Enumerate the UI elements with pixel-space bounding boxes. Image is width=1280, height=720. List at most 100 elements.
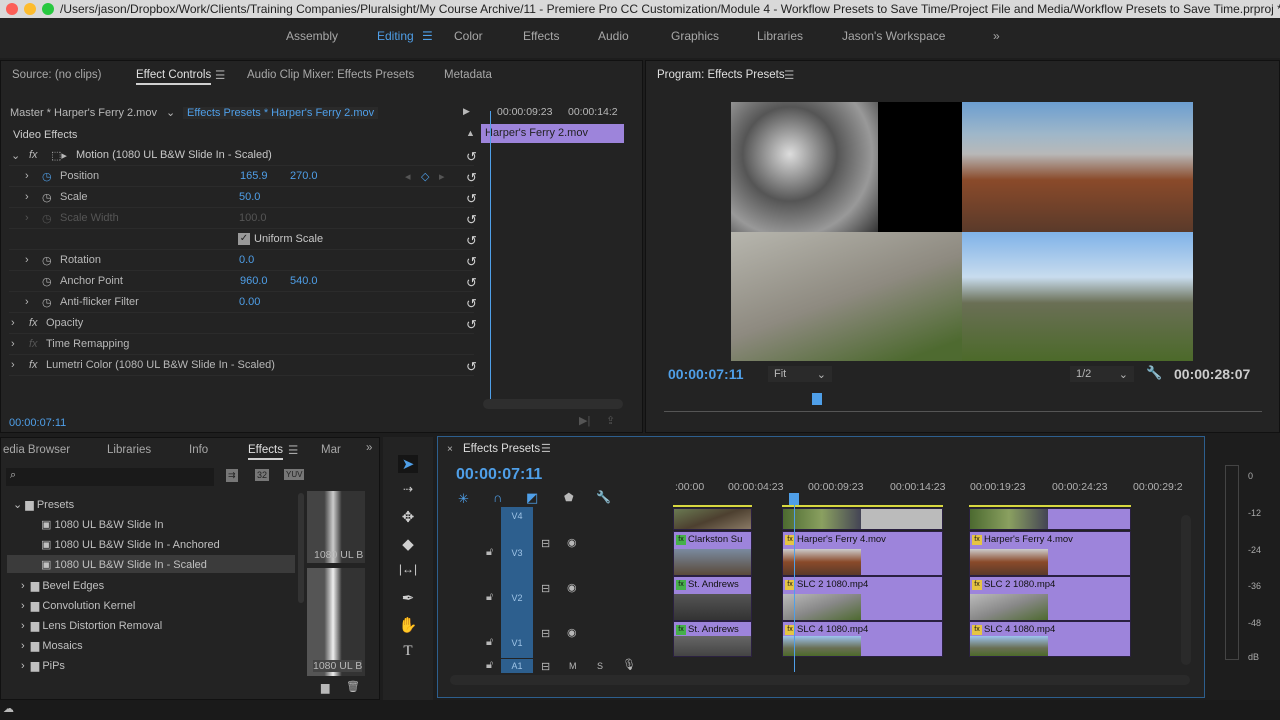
- clip-v2[interactable]: fx SLC 2 1080.mp4: [969, 576, 1131, 621]
- expand-icon[interactable]: ›: [25, 212, 29, 224]
- tree-item-folder[interactable]: › ▆ Mosaics: [21, 639, 83, 652]
- snap-icon[interactable]: ∩: [493, 490, 502, 505]
- minimize-window-button[interactable]: [24, 3, 36, 15]
- tree-item-preset[interactable]: ▣ 1080 UL B&W Slide In: [41, 518, 164, 531]
- clip-v2[interactable]: fx SLC 2 1080.mp4: [782, 576, 943, 621]
- timeline-settings-icon[interactable]: 🔧: [596, 490, 611, 504]
- hand-tool-icon[interactable]: ✋: [398, 616, 418, 634]
- collapse-icon[interactable]: ⌄: [13, 499, 22, 511]
- clip-v2[interactable]: fx St. Andrews: [673, 576, 752, 621]
- work-area-bar[interactable]: [673, 505, 752, 507]
- reset-icon[interactable]: ↺: [466, 317, 477, 333]
- playhead[interactable]: [812, 393, 822, 405]
- reset-icon[interactable]: ↺: [466, 191, 477, 207]
- ripple-edit-tool-icon[interactable]: ✥: [398, 508, 418, 526]
- solo-button[interactable]: S: [597, 661, 603, 671]
- trash-icon[interactable]: 🗑: [346, 680, 360, 693]
- workspace-libraries[interactable]: Libraries: [757, 29, 803, 43]
- tree-item-preset[interactable]: ▣ 1080 UL B&W Slide In - Anchored: [41, 538, 220, 551]
- track-v4[interactable]: V4: [501, 507, 533, 531]
- more-tabs-icon[interactable]: »: [366, 442, 372, 454]
- sync-lock-icon[interactable]: ⊟: [541, 582, 550, 595]
- fx-icon[interactable]: fx: [29, 317, 38, 329]
- stopwatch-icon[interactable]: ◷: [42, 254, 52, 267]
- tab-markers[interactable]: Mar: [321, 444, 341, 456]
- yuv-effects-icon[interactable]: YUV: [284, 469, 305, 480]
- fit-dropdown[interactable]: Fit ⌄: [768, 366, 832, 382]
- uniform-scale-checkbox[interactable]: ✓: [238, 233, 250, 245]
- tab-audio-clip-mixer[interactable]: Audio Clip Mixer: Effects Presets: [247, 69, 414, 81]
- master-clip-label[interactable]: Master * Harper's Ferry 2.mov: [10, 107, 157, 119]
- anchor-x[interactable]: 960.0: [240, 275, 268, 287]
- close-tab-icon[interactable]: ×: [447, 444, 453, 455]
- mini-clip[interactable]: Harper's Ferry 2.mov: [481, 124, 624, 143]
- timeline-zoom-scrollbar[interactable]: [450, 675, 1190, 685]
- effect-controls-timecode[interactable]: 00:00:07:11: [9, 417, 66, 429]
- chevron-down-icon[interactable]: ⌄: [166, 106, 175, 119]
- keyframe-icon[interactable]: ◇: [421, 170, 429, 183]
- wrench-icon[interactable]: 🔧: [1146, 365, 1162, 381]
- prev-keyframe-icon[interactable]: ◂: [405, 170, 411, 183]
- scroll-up-icon[interactable]: ▲: [466, 128, 475, 138]
- fx-icon[interactable]: fx: [29, 359, 38, 371]
- lock-icon[interactable]: 🔓︎: [486, 636, 493, 649]
- slip-tool-icon[interactable]: |↔|: [398, 562, 418, 576]
- position-y[interactable]: 270.0: [290, 170, 318, 182]
- playhead-handle[interactable]: [789, 493, 799, 505]
- mini-zoom-scrollbar[interactable]: [483, 399, 623, 409]
- playhead[interactable]: [490, 111, 491, 401]
- tab-info[interactable]: Info: [189, 444, 208, 456]
- nest-icon[interactable]: ✳: [458, 491, 469, 507]
- creative-cloud-icon[interactable]: ☁: [3, 702, 14, 715]
- reset-icon[interactable]: ↺: [466, 296, 477, 312]
- close-window-button[interactable]: [6, 3, 18, 15]
- play-only-icon[interactable]: ▶: [463, 106, 470, 117]
- eye-icon[interactable]: ◉: [567, 536, 577, 549]
- expand-icon[interactable]: ›: [25, 191, 29, 203]
- export-icon[interactable]: ⇪: [606, 414, 615, 427]
- workspace-effects[interactable]: Effects: [523, 29, 559, 43]
- panel-menu-icon[interactable]: ☰: [288, 443, 298, 457]
- tree-item-folder[interactable]: › ▆ Lens Distortion Removal: [21, 619, 162, 632]
- program-video[interactable]: [731, 102, 1193, 361]
- tab-libraries[interactable]: Libraries: [107, 444, 151, 456]
- track-v1[interactable]: V1: [501, 621, 533, 658]
- reset-icon[interactable]: ↺: [466, 170, 477, 186]
- scrollbar[interactable]: [298, 493, 304, 603]
- sequence-clip-label[interactable]: Effects Presets * Harper's Ferry 2.mov: [183, 107, 379, 119]
- clip-v4[interactable]: [782, 508, 943, 530]
- panel-menu-icon[interactable]: ☰: [215, 68, 225, 82]
- effects-search-input[interactable]: ⌕: [6, 468, 214, 486]
- workspace-audio[interactable]: Audio: [598, 29, 629, 43]
- expand-icon[interactable]: ›: [25, 170, 29, 182]
- anti-flicker-value[interactable]: 0.00: [239, 296, 260, 308]
- workspace-graphics[interactable]: Graphics: [671, 29, 719, 43]
- microphone-icon[interactable]: 🎙︎: [622, 658, 636, 671]
- track-v3[interactable]: V3: [501, 531, 533, 576]
- eye-icon[interactable]: ◉: [567, 581, 577, 594]
- type-tool-icon[interactable]: T: [398, 643, 418, 660]
- workspace-assembly[interactable]: Assembly: [286, 29, 338, 43]
- clip-v4[interactable]: [969, 508, 1131, 530]
- linked-selection-icon[interactable]: ◩: [526, 490, 538, 506]
- sync-lock-icon[interactable]: ⊟: [541, 537, 550, 550]
- clip-v3[interactable]: fx Clarkston Su: [673, 531, 752, 576]
- collapse-icon[interactable]: ⌄: [11, 149, 20, 162]
- clip-v3[interactable]: fx Harper's Ferry 4.mov: [969, 531, 1131, 576]
- clip-v3[interactable]: fx Harper's Ferry 4.mov: [782, 531, 943, 576]
- clip-v1[interactable]: fx SLC 4 1080.mp4: [782, 621, 943, 657]
- track-a1[interactable]: A1: [501, 659, 533, 673]
- resolution-dropdown[interactable]: 1/2 ⌄: [1070, 366, 1134, 382]
- mute-button[interactable]: M: [569, 661, 577, 671]
- expand-icon[interactable]: ›: [11, 359, 15, 371]
- expand-icon[interactable]: ›: [11, 317, 15, 329]
- reset-icon[interactable]: ↺: [466, 359, 477, 375]
- pen-tool-icon[interactable]: ✒: [398, 589, 418, 607]
- tree-item-folder[interactable]: › ▆ Bevel Edges: [21, 579, 104, 592]
- lock-icon[interactable]: 🔓︎: [486, 591, 493, 604]
- 32bit-effects-icon[interactable]: 32: [255, 469, 270, 481]
- next-keyframe-icon[interactable]: ▸: [439, 170, 445, 183]
- track-select-tool-icon[interactable]: ⇢: [398, 482, 418, 496]
- expand-icon[interactable]: ›: [25, 296, 29, 308]
- tab-effects[interactable]: Effects: [248, 444, 283, 460]
